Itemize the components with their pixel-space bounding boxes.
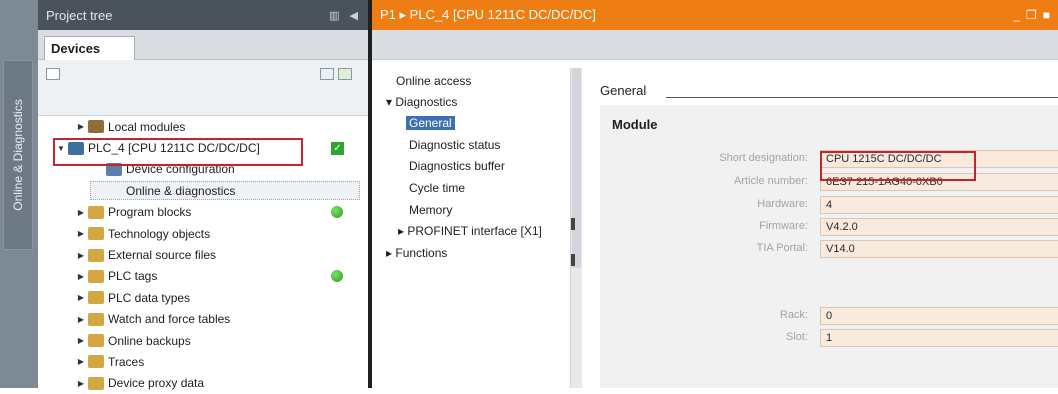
nav-diagnostic-status[interactable]: Diagnostic status [409, 138, 500, 152]
tree-item-label: PLC tags [108, 269, 158, 284]
field-label: Article number: [734, 175, 808, 187]
field-label: Slot: [785, 331, 808, 343]
tree-item[interactable]: ▶ External source files [38, 244, 368, 265]
section-rule [666, 97, 1058, 98]
tree-node-icon [88, 248, 104, 262]
expand-arrow-icon[interactable]: ▶ [76, 379, 86, 388]
overview-icon[interactable] [320, 68, 334, 80]
nav-general[interactable]: General [406, 116, 455, 130]
tree-node-icon [88, 269, 104, 283]
general-content: General Module Short designation: CPU 121… [582, 60, 1058, 388]
nav-scrollbar[interactable] [570, 68, 582, 388]
tree-item[interactable]: ▶ Local modules [38, 116, 368, 137]
section-title: General [600, 83, 647, 98]
nav-collapse-marker[interactable] [571, 254, 575, 266]
project-tree-title: Project tree [46, 7, 113, 23]
field-label: Firmware: [759, 220, 808, 232]
tree-item[interactable]: ▶ Online backups [38, 330, 368, 351]
tree-node-icon [88, 227, 104, 241]
tree-item-label: Device proxy data [108, 376, 205, 391]
editor-header: P1 ▸ PLC_4 [CPU 1211C DC/DC/DC] _ ❐ ■ [372, 0, 1058, 30]
editor-area: P1 ▸ PLC_4 [CPU 1211C DC/DC/DC] _ ❐ ■ On… [372, 0, 1058, 388]
tree-item[interactable]: ▶ PLC tags [38, 266, 368, 287]
tree-item-label: Technology objects [108, 226, 211, 241]
diagnostics-nav: Online access ▾ Diagnostics General Diag… [372, 68, 572, 388]
add-device-icon[interactable] [46, 68, 60, 80]
tree-node-icon [88, 291, 104, 305]
nav-diagnostics-buffer[interactable]: Diagnostics buffer [409, 159, 505, 173]
field-value: 1 [820, 329, 1058, 347]
minimize-icon[interactable]: _ [1013, 8, 1020, 22]
side-tab-label: Online & Diagnostics [11, 99, 25, 211]
tree-item-label: Watch and force tables [108, 312, 231, 327]
tree-item[interactable]: ▶ Device proxy data [38, 373, 368, 394]
tree-node-icon [88, 355, 104, 369]
field-label: Hardware: [757, 198, 808, 210]
tree-node-icon [88, 120, 104, 134]
tab-devices[interactable]: Devices [44, 36, 135, 61]
nav-functions[interactable]: ▸ Functions [386, 246, 447, 260]
expand-arrow-icon[interactable]: ▶ [76, 122, 86, 131]
field-label: Short designation: [719, 152, 808, 164]
expand-arrow-icon[interactable]: ▶ [76, 315, 86, 324]
editor-breadcrumb: P1 ▸ PLC_4 [CPU 1211C DC/DC/DC] [380, 7, 596, 22]
nav-diagnostics[interactable]: ▾ Diagnostics [386, 95, 457, 109]
nav-profinet-interface[interactable]: ▸ PROFINET interface [X1] [398, 224, 542, 238]
expand-arrow-icon[interactable]: ▶ [76, 208, 86, 217]
tree-item-label: Traces [108, 354, 145, 369]
export-icon[interactable] [338, 68, 352, 80]
tree-item-label: External source files [108, 248, 217, 263]
editor-subbar [372, 30, 1058, 60]
online-diagnostics-side-tab[interactable]: Online & Diagnostics [3, 60, 33, 250]
status-ok-icon [331, 270, 343, 283]
tree-item-label: PLC data types [108, 290, 191, 305]
tree-toolbar [38, 60, 368, 116]
tree-item[interactable]: ▶ Technology objects [38, 223, 368, 244]
tree-node-icon [88, 334, 104, 348]
expand-arrow-icon[interactable]: ▶ [76, 251, 86, 260]
maximize-icon[interactable]: ■ [1043, 8, 1050, 22]
field-value: 4 [820, 196, 1058, 214]
field-value: V14.0 [820, 240, 1058, 258]
expand-arrow-icon[interactable]: ▶ [76, 357, 86, 366]
project-tree-header: Project tree ▥ ◀ [38, 0, 368, 30]
nav-cycle-time[interactable]: Cycle time [409, 181, 465, 195]
expand-arrow-icon[interactable]: ▶ [76, 229, 86, 238]
expand-arrow-icon[interactable]: ▶ [76, 272, 86, 281]
tree-item[interactable]: ▶ PLC data types [38, 287, 368, 308]
tree-tabbar: Devices [38, 30, 368, 61]
expand-arrow-icon[interactable]: ▶ [76, 336, 86, 345]
module-group: Module Short designation: CPU 1215C DC/DC… [600, 105, 1058, 388]
module-title: Module [612, 117, 658, 132]
nav-memory[interactable]: Memory [409, 203, 452, 217]
tree-node-icon [88, 312, 104, 326]
tree-item[interactable]: ▶ Program blocks [38, 202, 368, 223]
expand-arrow-icon[interactable]: ▶ [76, 293, 86, 302]
highlight-short-designation [820, 151, 976, 181]
field-label: Rack: [779, 309, 808, 321]
tree-item[interactable]: ▶ Traces [38, 351, 368, 372]
tree-item-label: Online & diagnostics [126, 183, 236, 198]
online-status-check-icon: ✓ [331, 141, 344, 155]
highlight-plc-node [53, 138, 303, 166]
nav-online-access[interactable]: Online access [396, 74, 471, 88]
tree-item-label: Online backups [108, 333, 191, 348]
panel-dock-icon[interactable]: ▥ [329, 9, 339, 22]
nav-collapse-marker[interactable] [571, 218, 575, 230]
restore-icon[interactable]: ❐ [1026, 8, 1037, 22]
project-tree-panel: Project tree ▥ ◀ Devices ▶ Local modules ▼… [38, 0, 404, 390]
tree-item[interactable]: Online & diagnostics [38, 180, 368, 201]
field-value: 0 [820, 307, 1058, 325]
tree-item[interactable]: ▶ Watch and force tables [38, 309, 368, 330]
tree-item-label: Local modules [108, 119, 186, 134]
side-strip: Online & Diagnostics [0, 0, 38, 388]
field-value: V4.2.0 [820, 218, 1058, 236]
nav-scroll-thumb[interactable] [572, 68, 581, 268]
status-ok-icon [331, 206, 343, 219]
tree-node-icon [88, 205, 104, 219]
tree-item-label: Program blocks [108, 205, 192, 220]
collapse-panel-icon[interactable]: ◀ [350, 9, 358, 22]
field-label: TIA Portal: [756, 242, 808, 254]
